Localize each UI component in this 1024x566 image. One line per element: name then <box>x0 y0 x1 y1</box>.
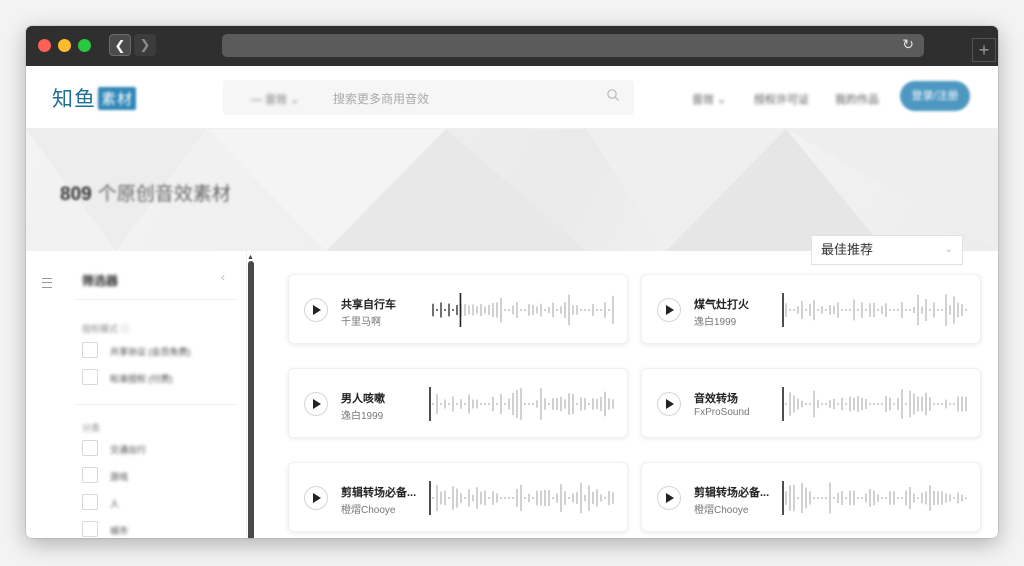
filter-option-label: 标准授权 (付费) <box>110 374 173 384</box>
maximize-window-button[interactable] <box>78 39 91 52</box>
waveform[interactable] <box>782 386 967 422</box>
back-button[interactable]: ❮ <box>109 34 131 56</box>
filter-checkbox[interactable] <box>82 440 98 456</box>
track-card[interactable]: 剪辑转场必备... 橙熠Chooye <box>288 462 628 532</box>
waveform[interactable] <box>429 292 614 328</box>
filter-title: 筛选器 <box>82 274 119 288</box>
track-card[interactable]: 剪辑转场必备... 橙熠Chooye <box>641 462 981 532</box>
track-card[interactable]: 音效转场 FxProSound <box>641 368 981 438</box>
nav-sound-effects[interactable]: 音效 ⌄ <box>692 91 726 107</box>
scroll-up-arrow[interactable]: ▲ <box>247 254 254 261</box>
filter-group-category: 分类 <box>82 423 101 433</box>
hero-banner: 809 个原创音效素材 <box>26 129 998 251</box>
sort-selected-label: 最佳推荐 <box>821 242 874 257</box>
minimize-window-button[interactable] <box>58 39 71 52</box>
site-logo[interactable]: 知鱼 素材 <box>52 83 137 113</box>
waveform[interactable] <box>782 292 967 328</box>
collapse-icon[interactable]: ‹ <box>221 270 225 284</box>
filter-checkbox[interactable] <box>82 467 98 483</box>
filter-checkbox[interactable] <box>82 369 98 385</box>
filter-option-label: 城市 <box>110 526 129 536</box>
filter-group-license: 授权模式 ⓘ <box>82 324 130 334</box>
play-icon[interactable] <box>657 298 681 322</box>
track-title[interactable]: 煤气灶打火 <box>694 296 770 312</box>
waveform[interactable] <box>782 480 967 516</box>
page-title-text: 个原创音效素材 <box>97 184 231 205</box>
address-bar[interactable]: ↻ <box>222 34 924 57</box>
search-bar: — 音效 ⌄ <box>223 80 634 115</box>
filter-checkbox[interactable] <box>82 494 98 510</box>
divider <box>76 404 236 405</box>
sort-dropdown[interactable]: 最佳推荐 ⌄ <box>811 235 963 265</box>
waveform[interactable] <box>429 480 614 516</box>
track-title[interactable]: 共享自行车 <box>341 296 417 312</box>
nav-my-works[interactable]: 我的作品 <box>835 91 879 107</box>
login-button[interactable]: 登录/注册 <box>900 81 970 111</box>
filter-scrollbar[interactable] <box>248 261 254 538</box>
track-title[interactable]: 剪辑转场必备... <box>694 484 770 500</box>
track-author[interactable]: 逸白1999 <box>341 407 383 422</box>
browser-toolbar: ❮ ❯ ↻ + <box>26 26 998 66</box>
logo-text: 知鱼 <box>52 88 96 111</box>
track-author[interactable]: 逸白1999 <box>694 313 736 328</box>
track-title[interactable]: 音效转场 <box>694 390 770 406</box>
new-tab-button[interactable]: + <box>972 38 996 62</box>
track-title[interactable]: 男人咳嗽 <box>341 390 417 406</box>
track-author[interactable]: 橙熠Chooye <box>341 501 395 516</box>
play-icon[interactable] <box>304 298 328 322</box>
track-card[interactable]: 男人咳嗽 逸白1999 <box>288 368 628 438</box>
track-card[interactable]: 共享自行车 千里马啊 <box>288 274 628 344</box>
filter-option-label: 共享协议 (会员免费) <box>110 347 191 357</box>
side-rail <box>26 251 66 538</box>
track-title[interactable]: 剪辑转场必备... <box>341 484 417 500</box>
nav-license[interactable]: 授权许可证 <box>754 91 809 107</box>
filter-option-label: 人 <box>110 499 120 509</box>
chevron-down-icon: ⌄ <box>944 244 953 255</box>
filter-option-label: 交通出行 <box>110 445 147 455</box>
forward-button[interactable]: ❯ <box>134 34 156 56</box>
filter-option-label: 游戏 <box>110 472 129 482</box>
site-header: 知鱼素材 — 音效 ⌄ 音效 ⌄ 授权许可证 我的作品 登录/注册 <box>26 66 998 129</box>
play-icon[interactable] <box>657 486 681 510</box>
waveform[interactable] <box>429 386 614 422</box>
search-icon[interactable] <box>606 88 620 102</box>
play-icon[interactable] <box>304 392 328 416</box>
page-title: 809 个原创音效素材 <box>60 179 231 206</box>
filter-checkbox[interactable] <box>82 521 98 537</box>
close-window-button[interactable] <box>38 39 51 52</box>
menu-icon[interactable] <box>42 278 52 288</box>
search-scope-dropdown[interactable]: — 音效 ⌄ <box>251 91 299 107</box>
play-icon[interactable] <box>304 486 328 510</box>
filter-checkbox[interactable] <box>82 342 98 358</box>
track-author[interactable]: 橙熠Chooye <box>694 501 748 516</box>
browser-window: ❮ ❯ ↻ + 知鱼素材 — 音效 ⌄ 音效 ⌄ 授权许可证 我的作品 登录/注… <box>26 26 998 538</box>
filter-panel: 筛选器 ‹ 授权模式 ⓘ 共享协议 (会员免费) 标准授权 (付费) 分类 交通… <box>66 251 247 538</box>
play-icon[interactable] <box>657 392 681 416</box>
result-count: 809 <box>60 184 92 205</box>
logo-badge: 素材 <box>98 87 137 110</box>
reload-icon[interactable]: ↻ <box>902 36 914 53</box>
divider <box>76 299 236 300</box>
track-card[interactable]: 煤气灶打火 逸白1999 <box>641 274 981 344</box>
track-author[interactable]: FxProSound <box>694 407 750 418</box>
track-author[interactable]: 千里马啊 <box>341 313 381 328</box>
search-input[interactable] <box>331 84 595 113</box>
